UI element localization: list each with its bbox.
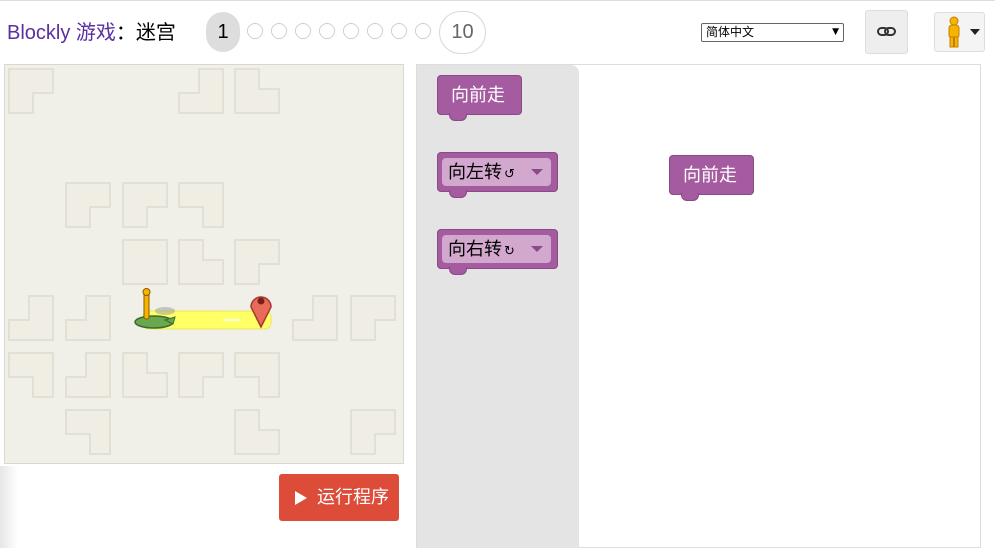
app-root: Blockly 游戏：迷宫 1 10 简体中文 ▼ 运行程序 向前走 向左转 ↺…: [0, 0, 995, 548]
title-separator: ：: [115, 22, 136, 44]
workspace-block-move-forward[interactable]: 向前走: [669, 155, 754, 201]
run-program-button[interactable]: 运行程序: [279, 474, 399, 521]
link-button[interactable]: [865, 10, 908, 54]
left-edge-shadow: [0, 466, 18, 548]
pegman-button[interactable]: [934, 12, 985, 52]
link-icon: [877, 27, 896, 36]
turn-right-icon: ↻: [504, 243, 515, 258]
block-label: 向右转: [448, 239, 502, 259]
level-last[interactable]: 10: [439, 11, 486, 54]
level-dot[interactable]: [295, 23, 311, 39]
level-dot[interactable]: [271, 23, 287, 39]
pegman-icon: [948, 16, 980, 48]
game-name: 迷宫: [135, 22, 176, 44]
maze-board: [4, 64, 404, 464]
turn-right-dropdown[interactable]: 向右转 ↻: [442, 235, 551, 263]
maze-svg: [8, 68, 396, 455]
top-border: [0, 0, 995, 1]
play-icon: [295, 491, 307, 505]
block-label: 向左转: [448, 162, 502, 182]
app-home-link[interactable]: Blockly 游戏: [7, 22, 116, 44]
toolbox-block-turn-right[interactable]: 向右转 ↻: [437, 229, 558, 275]
block-label: 向前走: [451, 85, 505, 105]
turn-left-dropdown[interactable]: 向左转 ↺: [442, 158, 551, 186]
language-select[interactable]: 简体中文 ▼: [701, 23, 844, 42]
level-dot[interactable]: [415, 23, 431, 39]
level-current[interactable]: 1: [206, 12, 240, 52]
language-selected: 简体中文: [706, 25, 755, 39]
level-dot[interactable]: [343, 23, 359, 39]
chevron-down-icon: [531, 246, 543, 252]
level-dot[interactable]: [367, 23, 383, 39]
level-dot[interactable]: [391, 23, 407, 39]
level-dot[interactable]: [247, 23, 263, 39]
turn-left-icon: ↺: [504, 166, 515, 181]
start-marker: [134, 315, 176, 329]
toolbox-block-move-forward[interactable]: 向前走: [437, 75, 522, 121]
page-title: Blockly 游戏：迷宫: [7, 19, 176, 47]
chevron-down-icon: ▼: [832, 27, 839, 37]
toolbox-block-turn-left[interactable]: 向左转 ↺: [437, 152, 558, 198]
block-label: 向前走: [683, 165, 737, 185]
level-dot[interactable]: [319, 23, 335, 39]
chevron-down-icon: [531, 169, 543, 175]
run-program-label: 运行程序: [317, 487, 389, 507]
blockly-toolbox-flyout: [417, 65, 579, 548]
